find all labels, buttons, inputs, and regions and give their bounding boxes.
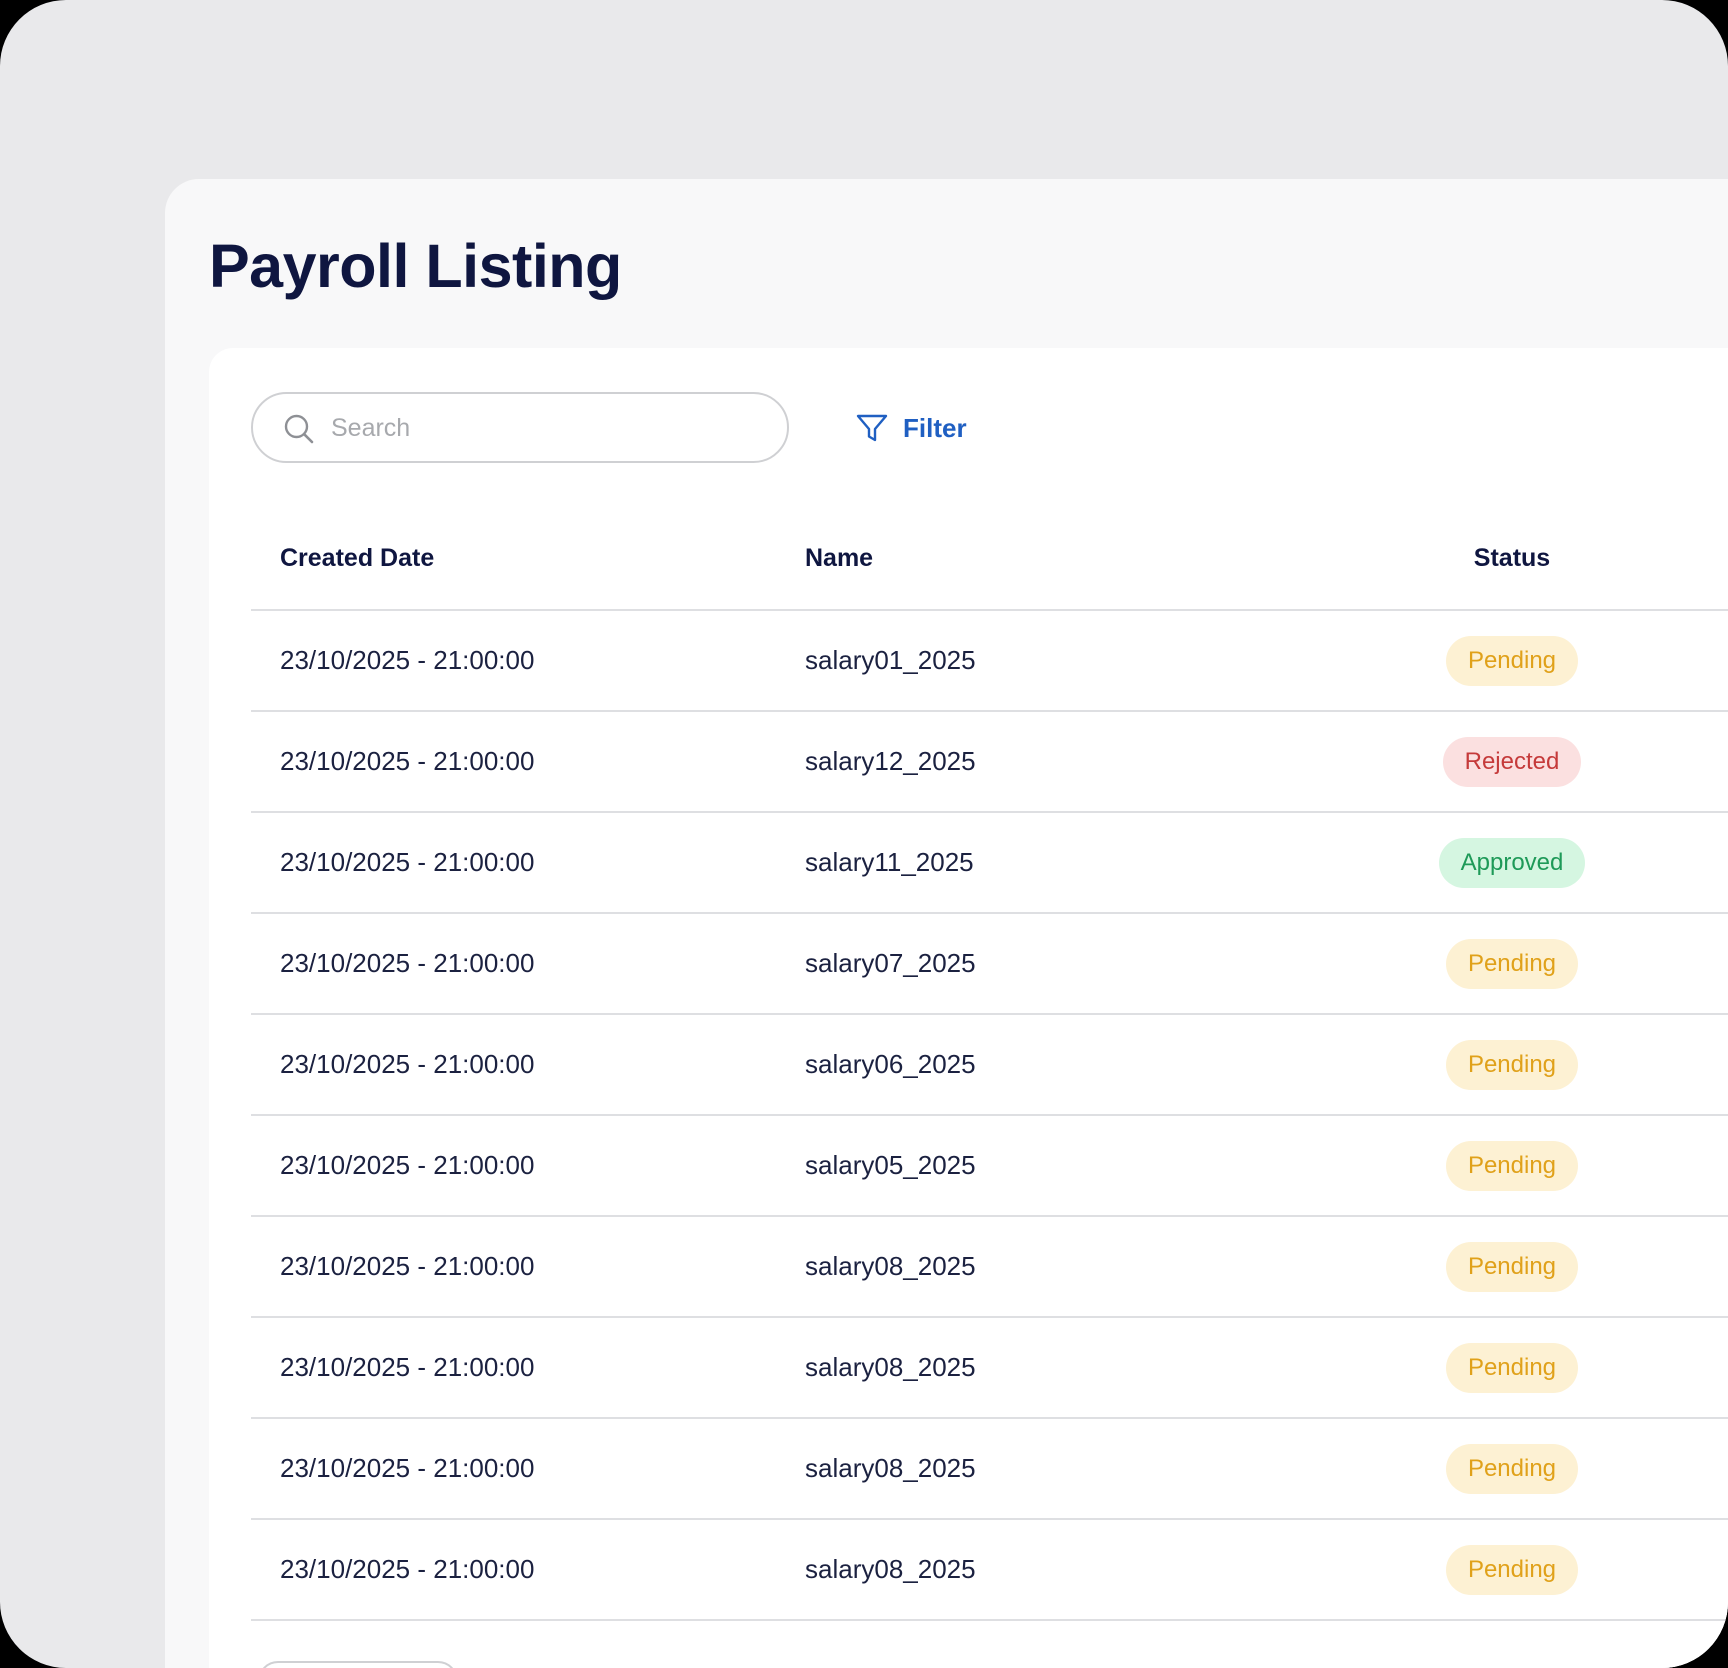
created-date-cell: 23/10/2025 - 21:00:00 xyxy=(280,1554,535,1584)
name-cell: salary01_2025 xyxy=(805,645,976,675)
created-date-cell: 23/10/2025 - 21:00:00 xyxy=(280,746,535,776)
name-cell: salary12_2025 xyxy=(805,746,976,776)
table-row[interactable]: 23/10/2025 - 21:00:00 salary11_2025 Appr… xyxy=(251,813,1728,914)
status-badge: Pending xyxy=(1445,939,1579,989)
name-cell: salary08_2025 xyxy=(805,1352,976,1382)
table-row[interactable]: 23/10/2025 - 21:00:00 salary08_2025 Pend… xyxy=(251,1217,1728,1318)
created-date-cell: 23/10/2025 - 21:00:00 xyxy=(280,645,535,675)
created-date-cell: 23/10/2025 - 21:00:00 xyxy=(280,948,535,978)
table-row[interactable]: 23/10/2025 - 21:00:00 salary08_2025 Pend… xyxy=(251,1318,1728,1419)
search-box[interactable] xyxy=(251,392,789,463)
table-row[interactable]: 23/10/2025 - 21:00:00 salary08_2025 Pend… xyxy=(251,1520,1728,1621)
name-cell: salary08_2025 xyxy=(805,1453,976,1483)
status-badge: Approved xyxy=(1438,838,1586,888)
name-cell: salary05_2025 xyxy=(805,1150,976,1180)
table-row[interactable]: 23/10/2025 - 21:00:00 salary07_2025 Pend… xyxy=(251,914,1728,1015)
status-badge: Pending xyxy=(1445,1343,1579,1393)
status-badge: Pending xyxy=(1445,1545,1579,1595)
table-header: Created Date Name Status xyxy=(251,510,1728,611)
name-cell: salary11_2025 xyxy=(805,847,974,877)
status-badge: Pending xyxy=(1445,1444,1579,1494)
name-cell: salary08_2025 xyxy=(805,1251,976,1281)
status-badge: Rejected xyxy=(1442,737,1582,787)
filter-label: Filter xyxy=(903,412,967,443)
page-title: Payroll Listing xyxy=(209,232,622,300)
column-header-name[interactable]: Name xyxy=(805,544,873,573)
name-cell: salary06_2025 xyxy=(805,1049,976,1079)
table-row[interactable]: 23/10/2025 - 21:00:00 salary12_2025 Reje… xyxy=(251,712,1728,813)
status-badge: Pending xyxy=(1445,1040,1579,1090)
created-date-cell: 23/10/2025 - 21:00:00 xyxy=(280,1453,535,1483)
created-date-cell: 23/10/2025 - 21:00:00 xyxy=(280,1251,535,1281)
column-header-created-date[interactable]: Created Date xyxy=(280,544,434,573)
pagination-control[interactable] xyxy=(258,1661,458,1668)
name-cell: salary07_2025 xyxy=(805,948,976,978)
status-badge: Pending xyxy=(1445,636,1579,686)
column-header-status[interactable]: Status xyxy=(1427,544,1597,573)
created-date-cell: 23/10/2025 - 21:00:00 xyxy=(280,1150,535,1180)
table-row[interactable]: 23/10/2025 - 21:00:00 salary01_2025 Pend… xyxy=(251,611,1728,712)
created-date-cell: 23/10/2025 - 21:00:00 xyxy=(280,1352,535,1382)
table-row[interactable]: 23/10/2025 - 21:00:00 salary08_2025 Pend… xyxy=(251,1419,1728,1520)
name-cell: salary08_2025 xyxy=(805,1554,976,1584)
table-row[interactable]: 23/10/2025 - 21:00:00 salary05_2025 Pend… xyxy=(251,1116,1728,1217)
table-row[interactable]: 23/10/2025 - 21:00:00 salary06_2025 Pend… xyxy=(251,1015,1728,1116)
search-input[interactable] xyxy=(331,402,761,454)
created-date-cell: 23/10/2025 - 21:00:00 xyxy=(280,847,535,877)
status-badge: Pending xyxy=(1445,1141,1579,1191)
payroll-table: Created Date Name Status 23/10/2025 - 21… xyxy=(251,510,1728,1621)
created-date-cell: 23/10/2025 - 21:00:00 xyxy=(280,1049,535,1079)
filter-button[interactable]: Filter xyxy=(855,408,967,448)
filter-icon xyxy=(856,414,888,442)
device-frame: Payroll Listing Filter Created Date Name… xyxy=(0,0,1728,1668)
search-icon xyxy=(284,414,314,444)
status-badge: Pending xyxy=(1445,1242,1579,1292)
